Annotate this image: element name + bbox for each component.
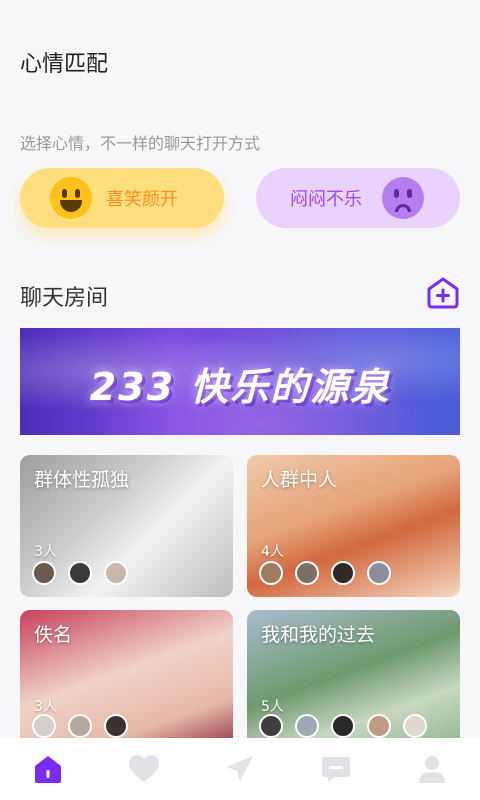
tab-messages[interactable]	[316, 749, 356, 789]
mood-happy-button[interactable]: 喜笑颜开	[20, 168, 224, 228]
avatar	[295, 561, 319, 585]
room-name: 佚名	[34, 624, 73, 646]
avatar	[32, 561, 56, 585]
room-card[interactable]: 佚名 3人	[20, 610, 233, 752]
avatar	[367, 714, 391, 738]
send-icon	[227, 756, 253, 781]
room-name: 我和我的过去	[261, 624, 376, 646]
banner-text: 233 快乐的源泉	[89, 365, 391, 409]
avatar	[403, 714, 427, 738]
avatar	[259, 561, 283, 585]
heart-icon	[129, 755, 159, 782]
room-member-avatars	[32, 714, 140, 738]
page-subtitle: 选择心情，不一样的聊天打开方式	[20, 134, 261, 153]
avatar	[367, 561, 391, 585]
message-icon	[322, 757, 350, 782]
page-title: 心情匹配	[20, 52, 109, 77]
room-member-avatars	[259, 561, 403, 585]
avatar	[32, 714, 56, 738]
room-name: 人群中人	[261, 469, 338, 491]
room-member-avatars	[259, 714, 439, 738]
tab-discover[interactable]	[220, 749, 260, 789]
room-name: 群体性孤独	[34, 469, 130, 491]
home-icon	[35, 756, 61, 783]
mood-sad-button[interactable]: 闷闷不乐	[256, 168, 460, 228]
happy-face-icon	[50, 177, 92, 219]
sad-face-icon	[382, 177, 424, 219]
tab-profile[interactable]	[412, 749, 452, 789]
room-member-count: 4人	[261, 544, 284, 560]
mood-happy-label: 喜笑颜开	[106, 189, 178, 210]
room-card[interactable]: 人群中人 4人	[247, 455, 460, 597]
room-card[interactable]: 我和我的过去 5人	[247, 610, 460, 752]
avatar	[104, 714, 128, 738]
user-icon	[419, 756, 445, 783]
bottom-tab-bar	[0, 738, 480, 800]
add-room-icon[interactable]	[426, 276, 460, 310]
room-member-count: 3人	[34, 699, 57, 715]
promo-banner[interactable]: 233 快乐的源泉	[20, 328, 460, 435]
avatar	[68, 714, 92, 738]
mood-sad-label: 闷闷不乐	[290, 189, 362, 210]
avatar	[331, 714, 355, 738]
tab-favorites[interactable]	[124, 749, 164, 789]
avatar	[259, 714, 283, 738]
avatar	[295, 714, 319, 738]
room-member-avatars	[32, 561, 140, 585]
room-member-count: 5人	[261, 699, 284, 715]
rooms-section-title: 聊天房间	[20, 286, 109, 311]
room-card[interactable]: 群体性孤独 3人	[20, 455, 233, 597]
avatar	[68, 561, 92, 585]
avatar	[331, 561, 355, 585]
avatar	[104, 561, 128, 585]
room-member-count: 3人	[34, 544, 57, 560]
tab-home[interactable]	[28, 749, 68, 789]
